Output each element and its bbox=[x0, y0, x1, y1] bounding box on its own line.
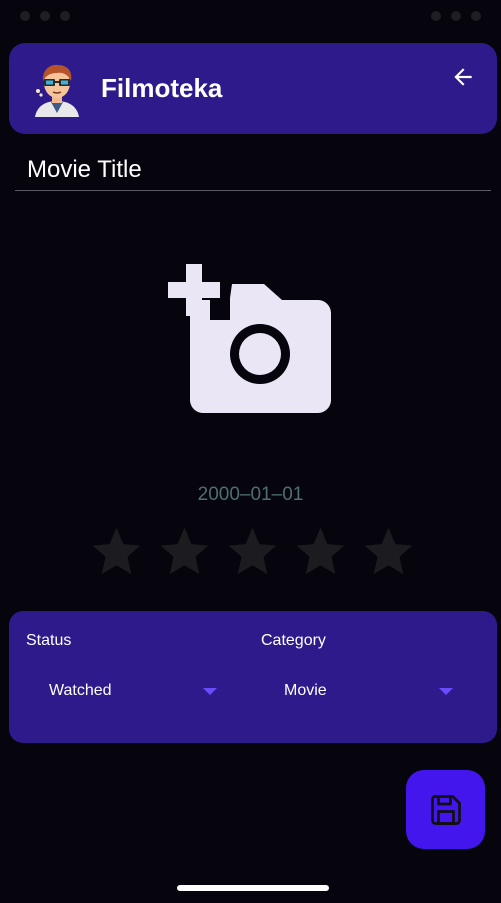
status-value: Watched bbox=[49, 682, 112, 699]
status-icon bbox=[60, 11, 70, 21]
app-title: Filmoteka bbox=[101, 73, 223, 103]
star-icon[interactable] bbox=[88, 523, 145, 580]
release-date[interactable]: 2000–01–01 bbox=[0, 484, 501, 506]
star-icon[interactable] bbox=[224, 523, 281, 580]
home-indicator[interactable] bbox=[177, 885, 329, 891]
add-photo-icon bbox=[168, 264, 331, 413]
category-value: Movie bbox=[284, 682, 327, 699]
status-dropdown[interactable]: Watched bbox=[49, 673, 217, 709]
star-icon[interactable] bbox=[156, 523, 213, 580]
avatar bbox=[35, 64, 79, 117]
status-label: Status bbox=[26, 632, 72, 649]
wifi-icon bbox=[431, 11, 441, 21]
chevron-down-icon bbox=[203, 687, 217, 695]
battery-icon bbox=[471, 11, 481, 21]
signal-icon bbox=[451, 11, 461, 21]
category-dropdown[interactable]: Movie bbox=[284, 673, 453, 709]
movie-title-field[interactable] bbox=[15, 150, 491, 191]
app-bar: Filmoteka bbox=[9, 43, 497, 134]
status-bar bbox=[0, 0, 501, 32]
save-button[interactable] bbox=[406, 770, 485, 849]
status-left-icons bbox=[20, 11, 70, 21]
category-label: Category bbox=[261, 632, 326, 649]
status-icon bbox=[40, 11, 50, 21]
status-right-icons bbox=[431, 11, 481, 21]
status-icon bbox=[20, 11, 30, 21]
movie-title-input[interactable] bbox=[15, 156, 491, 184]
back-button[interactable] bbox=[449, 63, 477, 91]
star-icon[interactable] bbox=[292, 523, 349, 580]
floppy-disk-icon bbox=[430, 794, 461, 825]
star-icon[interactable] bbox=[360, 523, 417, 580]
options-card: Status Watched Category Movie bbox=[9, 611, 497, 743]
arrow-left-icon bbox=[454, 68, 472, 86]
chevron-down-icon bbox=[439, 687, 453, 695]
rating-stars bbox=[88, 523, 417, 580]
add-photo-button[interactable] bbox=[166, 262, 334, 416]
